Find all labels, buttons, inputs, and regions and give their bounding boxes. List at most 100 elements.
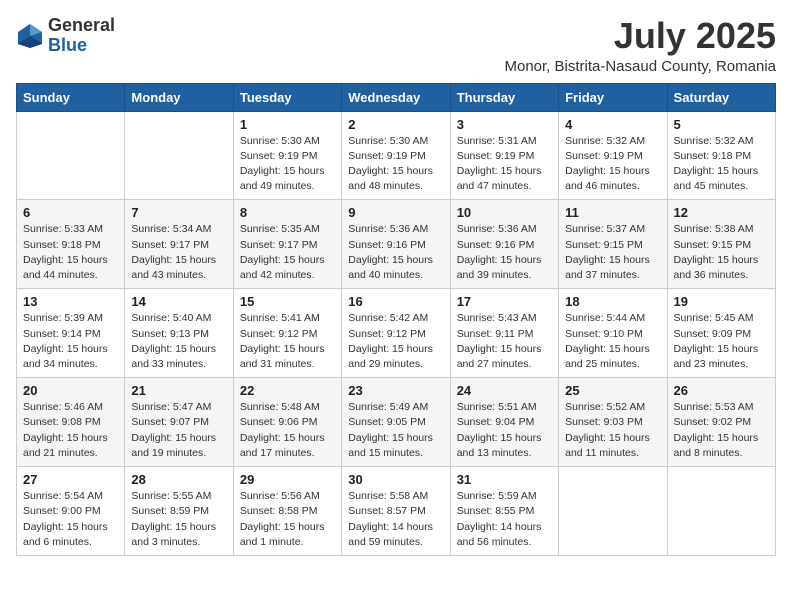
day-number: 11 bbox=[565, 205, 660, 220]
day-number: 4 bbox=[565, 117, 660, 132]
calendar-cell bbox=[125, 111, 233, 200]
calendar-cell: 24Sunrise: 5:51 AM Sunset: 9:04 PM Dayli… bbox=[450, 378, 558, 467]
day-number: 10 bbox=[457, 205, 552, 220]
logo: General Blue bbox=[16, 16, 115, 56]
logo-text: General Blue bbox=[48, 16, 115, 56]
day-number: 7 bbox=[131, 205, 226, 220]
day-info: Sunrise: 5:59 AM Sunset: 8:55 PM Dayligh… bbox=[457, 489, 552, 550]
page-header: General Blue July 2025 Monor, Bistrita-N… bbox=[16, 16, 776, 75]
calendar-cell: 17Sunrise: 5:43 AM Sunset: 9:11 PM Dayli… bbox=[450, 289, 558, 378]
week-row-4: 20Sunrise: 5:46 AM Sunset: 9:08 PM Dayli… bbox=[17, 378, 776, 467]
day-info: Sunrise: 5:30 AM Sunset: 9:19 PM Dayligh… bbox=[240, 134, 335, 195]
day-info: Sunrise: 5:39 AM Sunset: 9:14 PM Dayligh… bbox=[23, 311, 118, 372]
location: Monor, Bistrita-Nasaud County, Romania bbox=[504, 58, 776, 75]
day-number: 18 bbox=[565, 294, 660, 309]
logo-icon bbox=[16, 22, 44, 50]
weekday-header-row: SundayMondayTuesdayWednesdayThursdayFrid… bbox=[17, 83, 776, 111]
logo-blue: Blue bbox=[48, 36, 115, 56]
day-info: Sunrise: 5:32 AM Sunset: 9:19 PM Dayligh… bbox=[565, 134, 660, 195]
calendar-cell: 1Sunrise: 5:30 AM Sunset: 9:19 PM Daylig… bbox=[233, 111, 341, 200]
calendar-cell bbox=[17, 111, 125, 200]
calendar-cell: 18Sunrise: 5:44 AM Sunset: 9:10 PM Dayli… bbox=[559, 289, 667, 378]
calendar-cell: 31 Sunrise: 5:59 AM Sunset: 8:55 PM Dayli… bbox=[450, 467, 558, 556]
day-number: 6 bbox=[23, 205, 118, 220]
day-number: 30 bbox=[348, 472, 443, 487]
week-row-2: 6 Sunrise: 5:33 AM Sunset: 9:18 PM Daylig… bbox=[17, 200, 776, 289]
calendar-cell: 21Sunrise: 5:47 AM Sunset: 9:07 PM Dayli… bbox=[125, 378, 233, 467]
day-number: 3 bbox=[457, 117, 552, 132]
calendar-cell: 28Sunrise: 5:55 AM Sunset: 8:59 PM Dayli… bbox=[125, 467, 233, 556]
day-number: 20 bbox=[23, 383, 118, 398]
day-number: 25 bbox=[565, 383, 660, 398]
day-info: Sunrise: 5:36 AM Sunset: 9:16 PM Dayligh… bbox=[457, 222, 552, 283]
calendar-cell: 14 Sunrise: 5:40 AM Sunset: 9:13 PM Dayli… bbox=[125, 289, 233, 378]
day-info: Sunrise: 5:58 AM Sunset: 8:57 PM Dayligh… bbox=[348, 489, 443, 550]
calendar-cell: 16 Sunrise: 5:42 AM Sunset: 9:12 PM Dayli… bbox=[342, 289, 450, 378]
day-number: 31 bbox=[457, 472, 552, 487]
weekday-header-tuesday: Tuesday bbox=[233, 83, 341, 111]
logo-general: General bbox=[48, 16, 115, 36]
week-row-3: 13 Sunrise: 5:39 AM Sunset: 9:14 PM Dayli… bbox=[17, 289, 776, 378]
calendar-cell: 19Sunrise: 5:45 AM Sunset: 9:09 PM Dayli… bbox=[667, 289, 775, 378]
calendar-cell: 27 Sunrise: 5:54 AM Sunset: 9:00 PM Dayli… bbox=[17, 467, 125, 556]
day-info: Sunrise: 5:37 AM Sunset: 9:15 PM Dayligh… bbox=[565, 222, 660, 283]
calendar-cell: 30 Sunrise: 5:58 AM Sunset: 8:57 PM Dayli… bbox=[342, 467, 450, 556]
day-info: Sunrise: 5:36 AM Sunset: 9:16 PM Dayligh… bbox=[348, 222, 443, 283]
day-number: 28 bbox=[131, 472, 226, 487]
day-info: Sunrise: 5:41 AM Sunset: 9:12 PM Dayligh… bbox=[240, 311, 335, 372]
weekday-header-saturday: Saturday bbox=[667, 83, 775, 111]
day-info: Sunrise: 5:54 AM Sunset: 9:00 PM Dayligh… bbox=[23, 489, 118, 550]
calendar-cell: 6 Sunrise: 5:33 AM Sunset: 9:18 PM Daylig… bbox=[17, 200, 125, 289]
day-number: 9 bbox=[348, 205, 443, 220]
day-number: 23 bbox=[348, 383, 443, 398]
day-number: 14 bbox=[131, 294, 226, 309]
calendar-cell: 26Sunrise: 5:53 AM Sunset: 9:02 PM Dayli… bbox=[667, 378, 775, 467]
day-info: Sunrise: 5:45 AM Sunset: 9:09 PM Dayligh… bbox=[674, 311, 769, 372]
calendar-cell: 4 Sunrise: 5:32 AM Sunset: 9:19 PM Daylig… bbox=[559, 111, 667, 200]
day-info: Sunrise: 5:56 AM Sunset: 8:58 PM Dayligh… bbox=[240, 489, 335, 550]
weekday-header-wednesday: Wednesday bbox=[342, 83, 450, 111]
calendar-cell: 10 Sunrise: 5:36 AM Sunset: 9:16 PM Dayli… bbox=[450, 200, 558, 289]
day-number: 5 bbox=[674, 117, 769, 132]
calendar-cell: 20Sunrise: 5:46 AM Sunset: 9:08 PM Dayli… bbox=[17, 378, 125, 467]
day-info: Sunrise: 5:52 AM Sunset: 9:03 PM Dayligh… bbox=[565, 400, 660, 461]
day-number: 13 bbox=[23, 294, 118, 309]
day-number: 26 bbox=[674, 383, 769, 398]
day-info: Sunrise: 5:35 AM Sunset: 9:17 PM Dayligh… bbox=[240, 222, 335, 283]
calendar-cell: 23 Sunrise: 5:49 AM Sunset: 9:05 PM Dayli… bbox=[342, 378, 450, 467]
day-number: 15 bbox=[240, 294, 335, 309]
month-year: July 2025 bbox=[504, 16, 776, 56]
day-info: Sunrise: 5:30 AM Sunset: 9:19 PM Dayligh… bbox=[348, 134, 443, 195]
day-number: 24 bbox=[457, 383, 552, 398]
calendar-cell: 25 Sunrise: 5:52 AM Sunset: 9:03 PM Dayli… bbox=[559, 378, 667, 467]
week-row-1: 1Sunrise: 5:30 AM Sunset: 9:19 PM Daylig… bbox=[17, 111, 776, 200]
calendar-cell: 2 Sunrise: 5:30 AM Sunset: 9:19 PM Daylig… bbox=[342, 111, 450, 200]
calendar-cell: 22 Sunrise: 5:48 AM Sunset: 9:06 PM Dayli… bbox=[233, 378, 341, 467]
calendar: SundayMondayTuesdayWednesdayThursdayFrid… bbox=[16, 83, 776, 556]
day-number: 16 bbox=[348, 294, 443, 309]
day-number: 17 bbox=[457, 294, 552, 309]
calendar-cell bbox=[559, 467, 667, 556]
week-row-5: 27 Sunrise: 5:54 AM Sunset: 9:00 PM Dayli… bbox=[17, 467, 776, 556]
weekday-header-monday: Monday bbox=[125, 83, 233, 111]
weekday-header-friday: Friday bbox=[559, 83, 667, 111]
day-number: 2 bbox=[348, 117, 443, 132]
calendar-cell: 12Sunrise: 5:38 AM Sunset: 9:15 PM Dayli… bbox=[667, 200, 775, 289]
day-info: Sunrise: 5:40 AM Sunset: 9:13 PM Dayligh… bbox=[131, 311, 226, 372]
day-info: Sunrise: 5:49 AM Sunset: 9:05 PM Dayligh… bbox=[348, 400, 443, 461]
day-number: 8 bbox=[240, 205, 335, 220]
calendar-cell: 7Sunrise: 5:34 AM Sunset: 9:17 PM Daylig… bbox=[125, 200, 233, 289]
day-number: 27 bbox=[23, 472, 118, 487]
day-info: Sunrise: 5:42 AM Sunset: 9:12 PM Dayligh… bbox=[348, 311, 443, 372]
day-number: 29 bbox=[240, 472, 335, 487]
calendar-cell: 15 Sunrise: 5:41 AM Sunset: 9:12 PM Dayli… bbox=[233, 289, 341, 378]
day-number: 12 bbox=[674, 205, 769, 220]
day-number: 22 bbox=[240, 383, 335, 398]
day-info: Sunrise: 5:33 AM Sunset: 9:18 PM Dayligh… bbox=[23, 222, 118, 283]
day-info: Sunrise: 5:47 AM Sunset: 9:07 PM Dayligh… bbox=[131, 400, 226, 461]
calendar-cell: 9 Sunrise: 5:36 AM Sunset: 9:16 PM Daylig… bbox=[342, 200, 450, 289]
calendar-cell: 29 Sunrise: 5:56 AM Sunset: 8:58 PM Dayli… bbox=[233, 467, 341, 556]
calendar-cell: 3Sunrise: 5:31 AM Sunset: 9:19 PM Daylig… bbox=[450, 111, 558, 200]
calendar-cell: 11 Sunrise: 5:37 AM Sunset: 9:15 PM Dayli… bbox=[559, 200, 667, 289]
day-info: Sunrise: 5:48 AM Sunset: 9:06 PM Dayligh… bbox=[240, 400, 335, 461]
